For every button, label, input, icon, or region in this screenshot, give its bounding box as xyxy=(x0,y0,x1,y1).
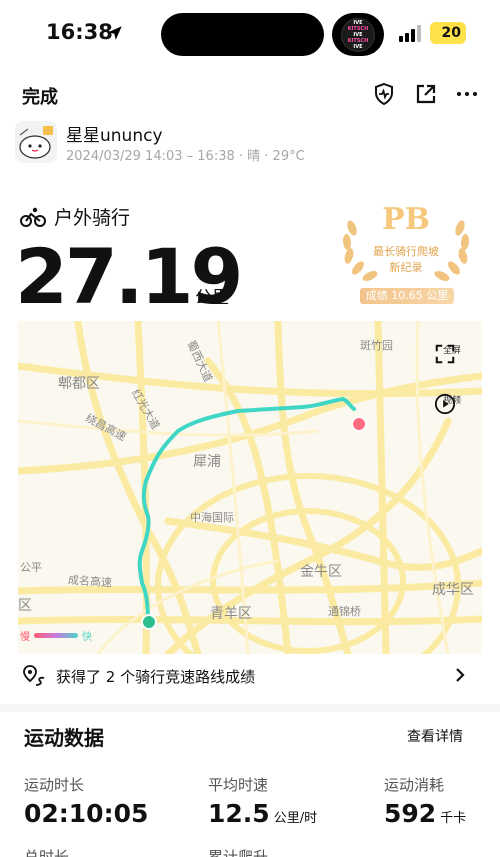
stat-label: 运动消耗 xyxy=(384,776,445,794)
location-arrow-icon xyxy=(108,26,122,40)
map-label: 斑竹园 xyxy=(360,339,393,352)
pb-record-line2: 新纪录 xyxy=(389,261,423,274)
section-divider xyxy=(0,704,500,712)
map-label: 犀浦 xyxy=(193,454,221,470)
map-label: 成名高速 xyxy=(67,573,113,590)
user-name[interactable]: 星星ununcy xyxy=(66,121,163,146)
stat-value: 592 xyxy=(384,799,437,828)
stat-unit: 千卡 xyxy=(440,811,467,826)
route-segment-icon xyxy=(23,665,45,686)
segments-text: 获得了 2 个骑行竞速路线成绩 xyxy=(56,667,256,686)
legend-fast: 快 xyxy=(82,632,92,643)
stat-value: 02:10:05 xyxy=(24,799,149,828)
stat-unit: 公里/时 xyxy=(273,811,318,826)
stat-duration: 运动时长 02:10:05 xyxy=(24,774,148,828)
pb-score: 成绩 10.65 公里 xyxy=(360,288,454,304)
stat-label: 平均时速 xyxy=(208,776,269,794)
status-time: 16:38 xyxy=(46,20,113,44)
activity-type: 户外骑行 xyxy=(20,203,130,230)
segments-row[interactable]: 获得了 2 个骑行竞速路线成绩 xyxy=(22,658,482,694)
start-point xyxy=(141,614,157,630)
map-label: 青羊区 xyxy=(210,606,252,622)
map-label: 中海国际 xyxy=(190,511,234,524)
speed-legend: 慢 快 xyxy=(20,628,92,643)
view-details-link[interactable]: 查看详情 xyxy=(407,726,463,746)
album-art-icon: IVE KITSCH IVE KITSCH IVE xyxy=(341,18,375,52)
activity-type-label: 户外骑行 xyxy=(54,207,131,229)
pb-badge[interactable]: PB 最长骑行爬坡 新纪录 成绩 10.65 公里 xyxy=(338,200,474,306)
dynamic-island xyxy=(161,13,324,56)
top-nav: 完成 xyxy=(0,80,500,110)
shield-heart-icon[interactable] xyxy=(372,82,396,106)
sport-data-title: 运动数据 xyxy=(24,726,104,750)
end-point xyxy=(351,416,367,432)
play-video-icon xyxy=(434,393,456,415)
route-map[interactable]: 郫都区 犀浦 中海国际 金牛区 青羊区 通锦桥 成华区 斑竹园 公平 区 成名高… xyxy=(18,321,482,654)
more-options-icon[interactable] xyxy=(455,82,479,106)
map-label: 通锦桥 xyxy=(328,605,361,618)
stat-label: 总时长 xyxy=(24,848,70,857)
chevron-right-icon xyxy=(456,668,465,682)
now-playing-badge[interactable]: IVE KITSCH IVE KITSCH IVE xyxy=(332,13,384,56)
map-label: 金牛区 xyxy=(300,564,342,580)
map-label: 公平 xyxy=(20,561,42,574)
map-label: 郫都区 xyxy=(58,376,100,392)
pb-record-line1: 最长骑行爬坡 xyxy=(373,245,439,258)
fullscreen-icon xyxy=(435,344,455,364)
cycling-icon xyxy=(20,207,46,227)
video-button[interactable]: 视频 xyxy=(434,393,470,415)
status-bar: 16:38 IVE KITSCH IVE KITSCH IVE 20 xyxy=(0,0,500,68)
battery-indicator: 20 xyxy=(430,22,466,44)
pb-title: PB xyxy=(382,202,430,237)
distance-unit: 公里 xyxy=(195,288,229,308)
stat-avg-speed: 平均时速 12.5 公里/时 xyxy=(208,774,317,828)
map-label: 区 xyxy=(18,598,32,614)
stat-label: 运动时长 xyxy=(24,776,85,794)
legend-slow: 慢 xyxy=(20,632,30,643)
share-icon[interactable] xyxy=(414,82,438,106)
map-label: 成华区 xyxy=(432,582,474,598)
speed-gradient-bar xyxy=(34,633,78,638)
stat-label: 累计爬升 xyxy=(208,848,269,857)
done-button[interactable]: 完成 xyxy=(22,83,58,109)
fullscreen-button[interactable]: 全屏 xyxy=(434,343,470,364)
avatar[interactable] xyxy=(15,121,57,163)
cellular-signal-icon xyxy=(399,24,425,42)
stat-calories: 运动消耗 592 千卡 xyxy=(384,774,466,828)
activity-meta: 2024/03/29 14:03 – 16:38 · 晴 · 29°C xyxy=(66,149,305,164)
stat-value: 12.5 xyxy=(208,799,270,828)
cartoon-avatar-icon xyxy=(15,121,57,163)
